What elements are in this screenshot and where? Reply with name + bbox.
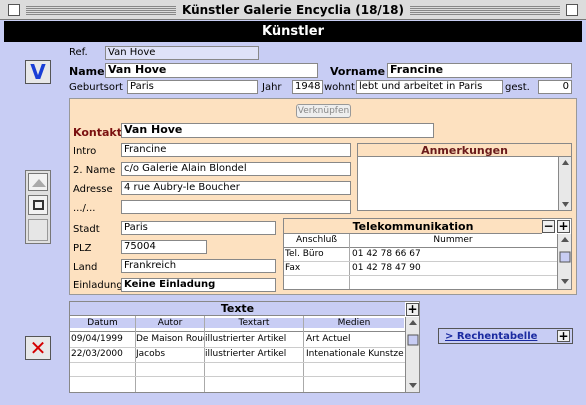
telekom-add-button[interactable]: + [557, 220, 570, 233]
texte-cell-textart[interactable]: illustrierter Artikel [205, 348, 303, 361]
kontakt-field[interactable]: Van Hove [121, 123, 434, 138]
previous-record-button[interactable] [28, 173, 48, 191]
window-titlebar[interactable]: Künstler Galerie Encyclia (18/18) [0, 0, 586, 20]
texte-title: Texte [70, 302, 405, 316]
row-divider [70, 362, 405, 363]
jahr-field[interactable]: 1948 [292, 80, 323, 94]
close-box-icon[interactable] [8, 4, 20, 16]
square-icon [33, 200, 44, 210]
col-medien: Medien [304, 318, 404, 328]
vorname-field[interactable]: Francine [387, 63, 572, 78]
plz-field[interactable]: 75004 [121, 240, 207, 254]
adresse-field[interactable]: 4 rue Aubry-le Boucher [121, 181, 351, 195]
kontakt-label: Kontakt [73, 126, 122, 139]
col-anschluss: Anschluß [295, 235, 338, 245]
co-label: .../... [73, 203, 96, 214]
einladung-label: Einladung [73, 280, 123, 291]
telekom-remove-button[interactable]: − [542, 220, 555, 233]
anmerkungen-title: Anmerkungen [358, 144, 571, 157]
scroll-arrows-icon [559, 237, 571, 284]
rechentabelle-link[interactable]: > Rechentabelle [445, 330, 553, 343]
verknuepfen-button[interactable]: Verknüpfen [296, 104, 351, 118]
wohnt-label: wohnt [324, 82, 355, 93]
gest-field[interactable]: 0 [538, 80, 572, 94]
rechentabelle-add-button[interactable]: + [557, 330, 570, 342]
jahr-label: Jahr [262, 82, 282, 93]
row-divider [284, 275, 557, 276]
geburtsort-field[interactable]: Paris [127, 80, 258, 94]
page-title: Künstler [4, 21, 582, 42]
land-label: Land [73, 262, 98, 273]
plz-label: PLZ [73, 243, 92, 254]
col-textart: Textart [205, 318, 303, 328]
telekom-table: Telekommunikation − + Anschluß Nummer Te… [283, 218, 572, 290]
texte-cell-datum[interactable]: 22/03/2000 [71, 348, 135, 361]
texte-table: Texte Datum Autor Textart Medien 09/04/1… [69, 301, 420, 393]
row-divider [70, 376, 405, 377]
current-record-button[interactable] [28, 195, 48, 215]
telekom-title: Telekommunikation [284, 219, 542, 234]
anmerkungen-box[interactable]: Anmerkungen [357, 143, 572, 211]
texte-cell-datum[interactable]: 09/04/1999 [71, 333, 135, 346]
col-datum: Datum [70, 318, 135, 328]
intro-label: Intro [73, 146, 97, 157]
zoom-box-icon[interactable] [566, 4, 578, 16]
telekom-row-nummer[interactable]: 01 42 78 47 90 [352, 262, 552, 275]
texte-add-button[interactable]: + [406, 303, 419, 316]
name2-label: 2. Name [73, 165, 116, 176]
ref-label: Ref. [69, 47, 88, 58]
texte-cell-medien[interactable]: Intenationale Kunstzei [306, 348, 404, 361]
col-autor: Autor [136, 318, 204, 328]
window-title: Künstler Galerie Encyclia (18/18) [0, 3, 586, 17]
co-field[interactable] [121, 200, 351, 214]
wohnt-field[interactable]: lebt und arbeitet in Paris [356, 80, 503, 94]
rechentabelle-box: > Rechentabelle + [438, 328, 573, 344]
telekom-row-anschluss[interactable]: Fax [285, 262, 348, 275]
geburtsort-label: Geburtsort [69, 82, 123, 93]
telekom-scrollbar[interactable] [557, 234, 571, 289]
scroll-arrows-icon [407, 320, 419, 388]
record-navigator[interactable] [25, 170, 51, 244]
texte-col-divider [303, 316, 304, 392]
texte-cell-medien[interactable]: Art Actuel [306, 333, 404, 346]
texte-cell-autor[interactable]: De Maison Roug [136, 333, 204, 346]
adresse-label: Adresse [73, 184, 113, 195]
texte-cell-autor[interactable]: Jacobs [136, 348, 204, 361]
land-field[interactable]: Frankreich [121, 259, 276, 273]
vorname-label: Vorname [330, 65, 386, 78]
delete-button[interactable]: ✕ [25, 336, 51, 360]
intro-field[interactable]: Francine [121, 143, 351, 157]
name2-field[interactable]: c/o Galerie Alain Blondel [121, 162, 351, 176]
ref-field[interactable]: Van Hove [105, 46, 259, 60]
triangle-up-icon [32, 179, 46, 187]
anmerkungen-scrollbar[interactable] [558, 157, 571, 210]
stadt-field[interactable]: Paris [121, 221, 276, 235]
name-label: Name [69, 65, 105, 78]
texte-cell-textart[interactable]: illustrierter Artikel [205, 333, 303, 346]
texte-scrollbar[interactable] [405, 317, 419, 392]
col-nummer: Nummer [433, 235, 473, 245]
scroll-arrows-icon [562, 160, 569, 207]
telekom-row-nummer[interactable]: 01 42 78 66 67 [352, 248, 552, 261]
next-record-button[interactable] [28, 219, 48, 241]
stadt-label: Stadt [73, 224, 100, 235]
name-field[interactable]: Van Hove [105, 63, 318, 78]
validate-button[interactable]: V [25, 60, 51, 84]
telekom-row-anschluss[interactable]: Tel. Büro [285, 248, 348, 261]
gest-label: gest. [505, 82, 530, 93]
texte-header-divider [70, 331, 405, 332]
einladung-field[interactable]: Keine Einladung [121, 278, 276, 292]
